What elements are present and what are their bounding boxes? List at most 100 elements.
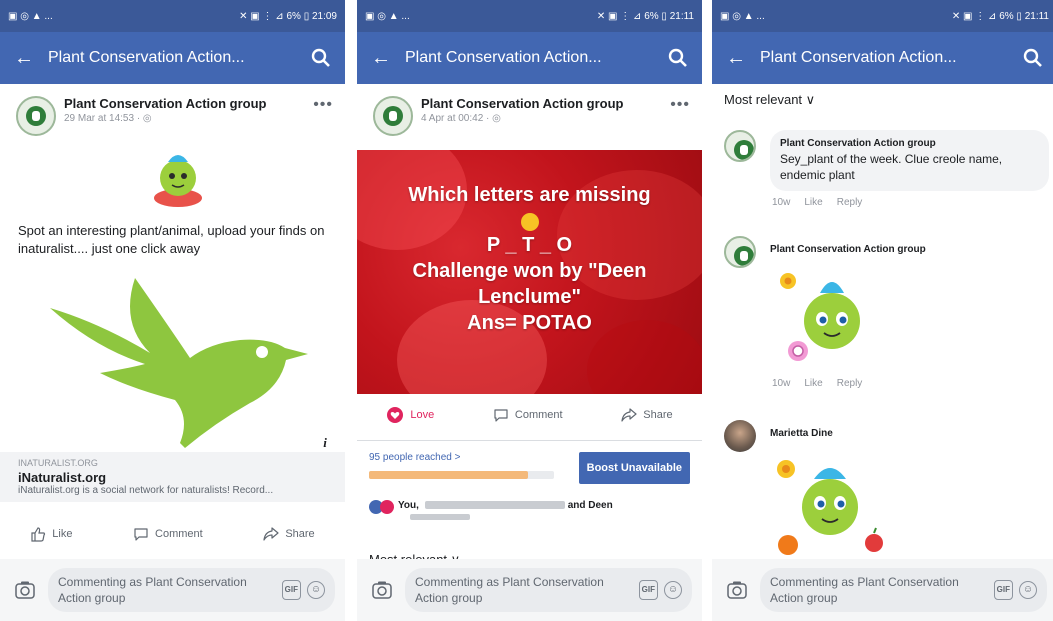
sticker-icon[interactable]: ☺	[307, 581, 325, 599]
app-bar: ← Plant Conservation Action...	[712, 32, 1053, 84]
back-arrow-icon[interactable]: ←	[726, 47, 760, 70]
share-label: Share	[643, 409, 673, 421]
card-line-puzzle: P _ T _ O	[486, 234, 573, 256]
post-actions: Love Comment Share	[357, 406, 702, 424]
more-options-icon[interactable]: •••	[670, 96, 690, 114]
commenter-name[interactable]: Marietta Dine	[770, 420, 1049, 439]
share-label: Share	[285, 528, 315, 540]
post-text: Spot an interesting plant/animal, upload…	[18, 223, 325, 256]
comment-text: Sey_plant of the week. Clue creole name,…	[780, 152, 1003, 182]
screen-2: ▣ ◎ ▲ ... ✕ ▣ ⋮ ⊿ 6% ▯ 21:11 ← Plant Con…	[357, 0, 702, 621]
redacted-names	[410, 514, 470, 520]
post-timestamp[interactable]: 29 Mar at 14:53 · ◎	[64, 113, 313, 124]
reactions-summary[interactable]: You, and Deen	[369, 500, 613, 520]
share-button[interactable]: Share	[263, 526, 315, 542]
app-bar: ← Plant Conservation Action...	[357, 32, 702, 84]
comment-composer: Commenting as Plant Conservation Action …	[712, 559, 1053, 621]
search-icon[interactable]	[1023, 48, 1043, 68]
comment-placeholder: Commenting as Plant Conservation Action …	[58, 575, 247, 605]
comment-reply-button[interactable]: Reply	[837, 197, 863, 208]
commenter-name[interactable]: Plant Conservation Action group	[770, 236, 1049, 255]
people-reached-link[interactable]: 95 people reached >	[369, 452, 579, 463]
commenter-avatar[interactable]	[724, 420, 756, 452]
link-title: iNaturalist.org	[18, 470, 107, 485]
page-title: Plant Conservation Action...	[760, 49, 957, 66]
post-timestamp[interactable]: 4 Apr at 00:42 · ◎	[421, 113, 670, 124]
thumbs-up-icon	[31, 527, 46, 542]
comment-item: Plant Conservation Action group Sey_plan…	[724, 130, 1049, 208]
status-left: ▣ ◎ ▲ ...	[365, 10, 410, 22]
link-preview[interactable]: INATURALIST.ORG iNaturalist.org iNatural…	[0, 452, 345, 502]
info-icon[interactable]: i	[314, 432, 336, 454]
comment-like-button[interactable]: Like	[804, 197, 822, 208]
status-right: ✕ ▣ ⋮ ⊿ 6% ▯ 21:11	[596, 10, 694, 22]
like-label: Like	[52, 528, 73, 540]
comment-placeholder: Commenting as Plant Conservation Action …	[770, 575, 959, 605]
comment-label: Comment	[514, 409, 563, 421]
like-button[interactable]: Like	[30, 526, 72, 542]
back-arrow-icon[interactable]: ←	[14, 47, 48, 70]
link-domain: INATURALIST.ORG	[18, 458, 98, 468]
gif-button[interactable]: GIF	[638, 580, 658, 600]
redacted-names	[424, 501, 565, 510]
camera-icon[interactable]	[722, 580, 752, 600]
status-bar: ▣ ◎ ▲ ... ✕ ▣ ⋮ ⊿ 6% ▯ 21:11	[712, 0, 1053, 32]
status-right: ✕ ▣ ⋮ ⊿ 6% ▯ 21:11	[951, 10, 1049, 22]
gif-button[interactable]: GIF	[281, 580, 301, 600]
love-reaction-icon	[387, 407, 404, 423]
card-line-question: Which letters are missing	[408, 184, 651, 206]
comment-button[interactable]: Comment	[493, 407, 563, 423]
card-line-answer: Ans= POTAO	[467, 312, 592, 334]
search-icon[interactable]	[668, 48, 688, 68]
gif-button[interactable]: GIF	[993, 580, 1013, 600]
comment-reply-button[interactable]: Reply	[837, 378, 863, 389]
commenter-avatar[interactable]	[724, 236, 756, 268]
camera-icon[interactable]	[367, 580, 397, 600]
inaturalist-bird-logo	[40, 268, 310, 453]
card-line-winner: Challenge won by "Deen	[412, 260, 647, 282]
mascot-sticker	[146, 148, 210, 213]
love-button[interactable]: Love	[386, 406, 434, 424]
comment-icon	[494, 409, 508, 422]
group-avatar[interactable]	[373, 96, 413, 136]
comment-input[interactable]: Commenting as Plant Conservation Action …	[405, 568, 692, 612]
comment-item: Plant Conservation Action group 10w Like	[724, 236, 1049, 389]
thinking-emoji-icon	[357, 208, 702, 232]
comment-input[interactable]: Commenting as Plant Conservation Action …	[48, 568, 335, 612]
comment-button[interactable]: Comment	[133, 526, 203, 542]
sticker-icon[interactable]: ☺	[664, 581, 682, 599]
comment-input[interactable]: Commenting as Plant Conservation Action …	[760, 568, 1047, 612]
group-avatar[interactable]	[16, 96, 56, 136]
comment-placeholder: Commenting as Plant Conservation Action …	[415, 575, 604, 605]
app-bar: ← Plant Conservation Action...	[0, 32, 345, 84]
search-icon[interactable]	[311, 48, 331, 68]
post-author[interactable]: Plant Conservation Action group	[64, 96, 313, 111]
comment-age: 10w	[772, 197, 791, 208]
reach-progress-fill	[369, 471, 529, 479]
link-description: iNaturalist.org is a social network for …	[18, 485, 274, 496]
sticker-image[interactable]	[770, 263, 1049, 372]
comment-bubble[interactable]: Plant Conservation Action group Sey_plan…	[770, 130, 1049, 191]
comment-item: Marietta Dine	[724, 420, 1049, 562]
sticker-image[interactable]	[770, 447, 1049, 562]
sticker-icon[interactable]: ☺	[1019, 581, 1037, 599]
post-header: Plant Conservation Action group 29 Mar a…	[0, 84, 345, 136]
reach-progress-bar	[369, 471, 554, 479]
challenge-image-card[interactable]: Which letters are missing P _ T _ O Chal…	[357, 150, 702, 394]
screen-3: ▣ ◎ ▲ ... ✕ ▣ ⋮ ⊿ 6% ▯ 21:11 ← Plant Con…	[712, 0, 1053, 621]
boost-button[interactable]: Boost Unavailable	[578, 452, 690, 484]
back-arrow-icon[interactable]: ←	[371, 47, 405, 70]
comment-like-button[interactable]: Like	[804, 378, 822, 389]
love-label: Love	[410, 409, 435, 421]
card-line-winner-name: Lenclume"	[478, 286, 581, 308]
reactors-end: and Deen	[567, 500, 613, 511]
commenter-avatar[interactable]	[724, 130, 756, 162]
share-button[interactable]: Share	[621, 407, 673, 423]
more-options-icon[interactable]: •••	[313, 96, 333, 114]
comment-age: 10w	[772, 378, 791, 389]
camera-icon[interactable]	[10, 580, 40, 600]
sort-dropdown[interactable]: Most relevant ∨	[724, 92, 815, 108]
commenter-name[interactable]: Plant Conservation Action group	[780, 138, 1039, 149]
post-author[interactable]: Plant Conservation Action group	[421, 96, 670, 111]
divider	[357, 440, 702, 441]
